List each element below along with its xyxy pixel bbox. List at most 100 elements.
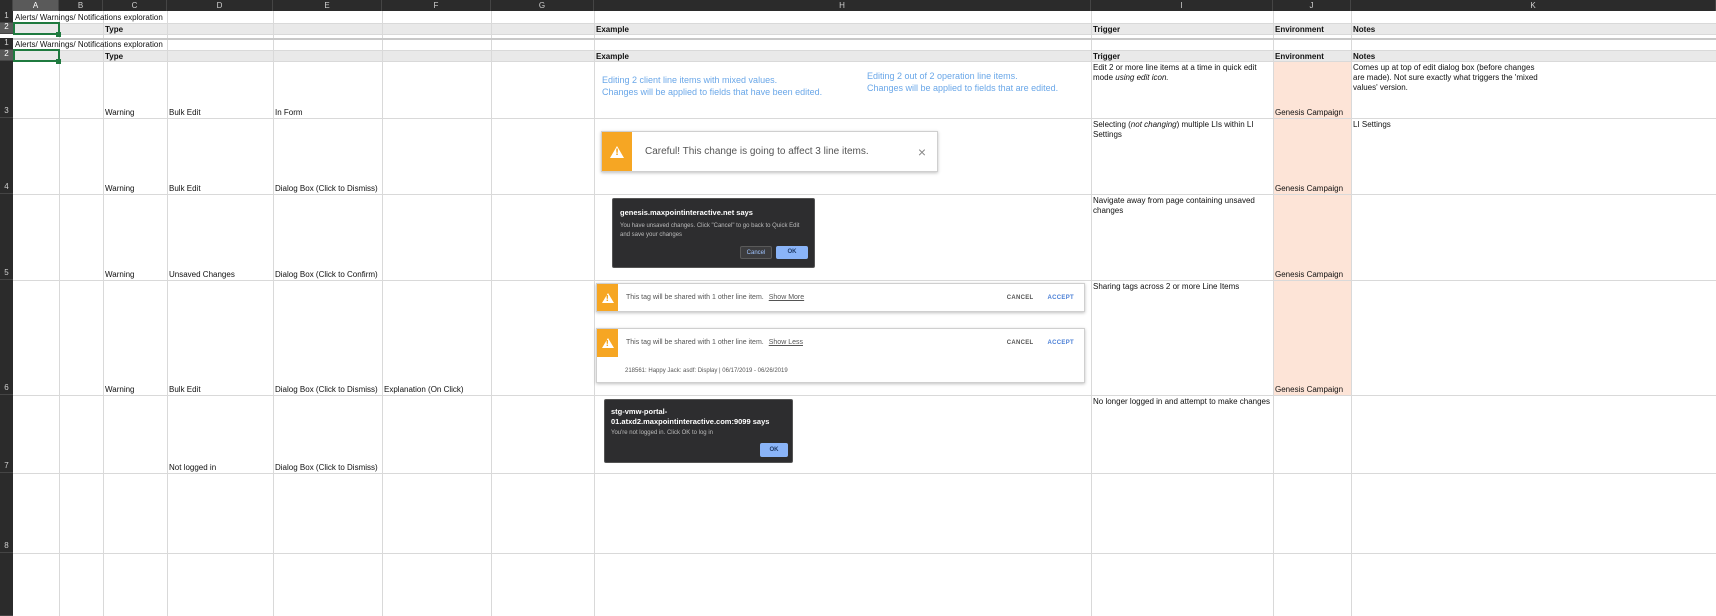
column-header-c[interactable]: C [103,0,167,11]
warning-strip: ! [602,132,632,171]
active-cell-selection-frozen[interactable] [13,49,60,62]
column-header-g[interactable]: G [491,0,594,11]
select-all-corner[interactable] [0,0,13,11]
header-notes-frozen: Notes [1353,52,1376,61]
login-ok-button[interactable]: OK [760,443,788,457]
grid-line [167,11,168,616]
careful-warning-text: Careful! This change is going to affect … [645,145,869,157]
header-trigger-frozen: Trigger [1093,52,1121,61]
tag-cancel-button[interactable]: CANCEL [1007,293,1034,303]
warning-icon: ! [601,338,614,348]
grid-line [13,194,1716,195]
grid-line [13,280,1716,281]
grid-line [13,473,1716,474]
tag-cancel-button-expanded[interactable]: CANCEL [1007,338,1034,348]
warning-icon: ! [601,292,614,303]
row4-trigger-italic: not changing [1130,120,1177,129]
warning-strip: ! [597,284,618,311]
row-header-empty[interactable] [0,553,13,616]
row4-type: Warning [105,184,135,193]
grid-line [13,23,1716,24]
login-dialog-body: You're not logged in. Click OK to log in [611,430,713,436]
grid-line [103,11,104,616]
inform-message-left-1: Editing 2 client line items with mixed v… [602,75,778,85]
row3-trigger-italic: using edit icon. [1115,73,1169,82]
row3-type: Warning [105,108,135,117]
column-header-f[interactable]: F [382,0,491,11]
grid-line [13,553,1716,554]
warning-strip: ! [597,329,618,357]
row4-trigger-text-a: Selecting ( [1093,120,1131,129]
tag-share-warning-collapsed: ! This tag will be shared with 1 other l… [596,283,1085,312]
row-header-2-frozen[interactable]: 2 [0,49,13,61]
grid-line [491,11,492,616]
active-cell-selection[interactable] [13,22,60,35]
column-header-k[interactable]: K [1351,0,1716,11]
row4-kind: Dialog Box (Click to Dismiss) [275,184,378,193]
show-less-link[interactable]: Show Less [769,338,1007,348]
show-more-link[interactable]: Show More [769,293,1007,303]
header-example-frozen: Example [596,52,629,61]
row3-subtype: Bulk Edit [169,108,201,117]
row7-trigger: No longer logged in and attempt to make … [1093,397,1271,406]
row-header-6[interactable]: 6 [0,280,13,395]
row6-environment: Genesis Campaign [1275,385,1344,394]
row4-environment: Genesis Campaign [1275,184,1344,193]
column-header-i[interactable]: I [1091,0,1273,11]
column-header-e[interactable]: E [273,0,382,11]
row4-trigger: Selecting (not changing) multiple LIs wi… [1093,120,1271,140]
row3-environment: Genesis Campaign [1275,108,1344,117]
tag-share-warning-expanded: ! This tag will be shared with 1 other l… [596,328,1085,383]
row6-extra: Explanation (On Click) [384,385,464,394]
row-header-7[interactable]: 7 [0,395,13,473]
tag-accept-button-expanded[interactable]: ACCEPT [1048,338,1074,348]
grid-line [13,34,1716,35]
header-environment: Environment [1275,25,1324,34]
header-environment-frozen: Environment [1275,52,1324,61]
header-type-frozen: Type [105,52,124,61]
inform-message-right-2: Changes will be applied to fields that a… [867,83,1059,93]
row-header-4[interactable]: 4 [0,118,13,194]
column-header-j[interactable]: J [1273,0,1351,11]
row-header-3[interactable]: 3 [0,61,13,118]
row5-trigger: Navigate away from page containing unsav… [1093,196,1255,215]
fill-handle[interactable] [56,32,61,37]
login-dialog-title: stg-vmw-portal-01.atxd2.maxpointinteract… [611,407,770,426]
row7-kind: Dialog Box (Click to Dismiss) [275,463,378,472]
sheet-title: Alerts/ Warnings/ Notifications explorat… [15,13,163,22]
row5-kind: Dialog Box (Click to Confirm) [275,270,378,279]
grid-line [382,11,383,616]
row-header-5[interactable]: 5 [0,194,13,280]
row6-type: Warning [105,385,135,394]
row5-subtype: Unsaved Changes [169,270,235,279]
fill-handle-frozen[interactable] [56,59,61,64]
unsaved-dialog-title: genesis.maxpointinteractive.net says [620,208,753,217]
column-header-h[interactable]: H [594,0,1091,11]
ok-button[interactable]: OK [776,246,808,259]
row6-kind: Dialog Box (Click to Dismiss) [275,385,378,394]
tag-share-detail: 218561: Happy Jack: asdf: Display | 06/1… [625,368,788,374]
grid-line [594,11,595,616]
grid-line [59,11,60,616]
header-notes: Notes [1353,25,1376,34]
row-header-8[interactable]: 8 [0,473,13,553]
row4-notes: LI Settings [1353,120,1391,129]
column-header-a[interactable]: A [13,0,59,11]
cancel-button[interactable]: Cancel [740,246,772,259]
row5-type: Warning [105,270,135,279]
grid-line [1273,11,1274,616]
column-header-b[interactable]: B [59,0,103,11]
grid-line [13,50,1716,51]
grid-line [1351,11,1352,616]
grid-line [13,61,1716,62]
column-header-d[interactable]: D [167,0,273,11]
row-header-2[interactable]: 2 [0,22,13,34]
tag-accept-button[interactable]: ACCEPT [1048,293,1074,303]
row3-notes: Comes up at top of edit dialog box (befo… [1353,63,1538,92]
header-type: Type [105,25,124,34]
sheet-title-frozen: Alerts/ Warnings/ Notifications explorat… [15,40,163,49]
row6-subtype: Bulk Edit [169,385,201,394]
close-icon[interactable]: × [918,145,926,159]
header-example: Example [596,25,629,34]
row7-subtype: Not logged in [169,463,217,472]
